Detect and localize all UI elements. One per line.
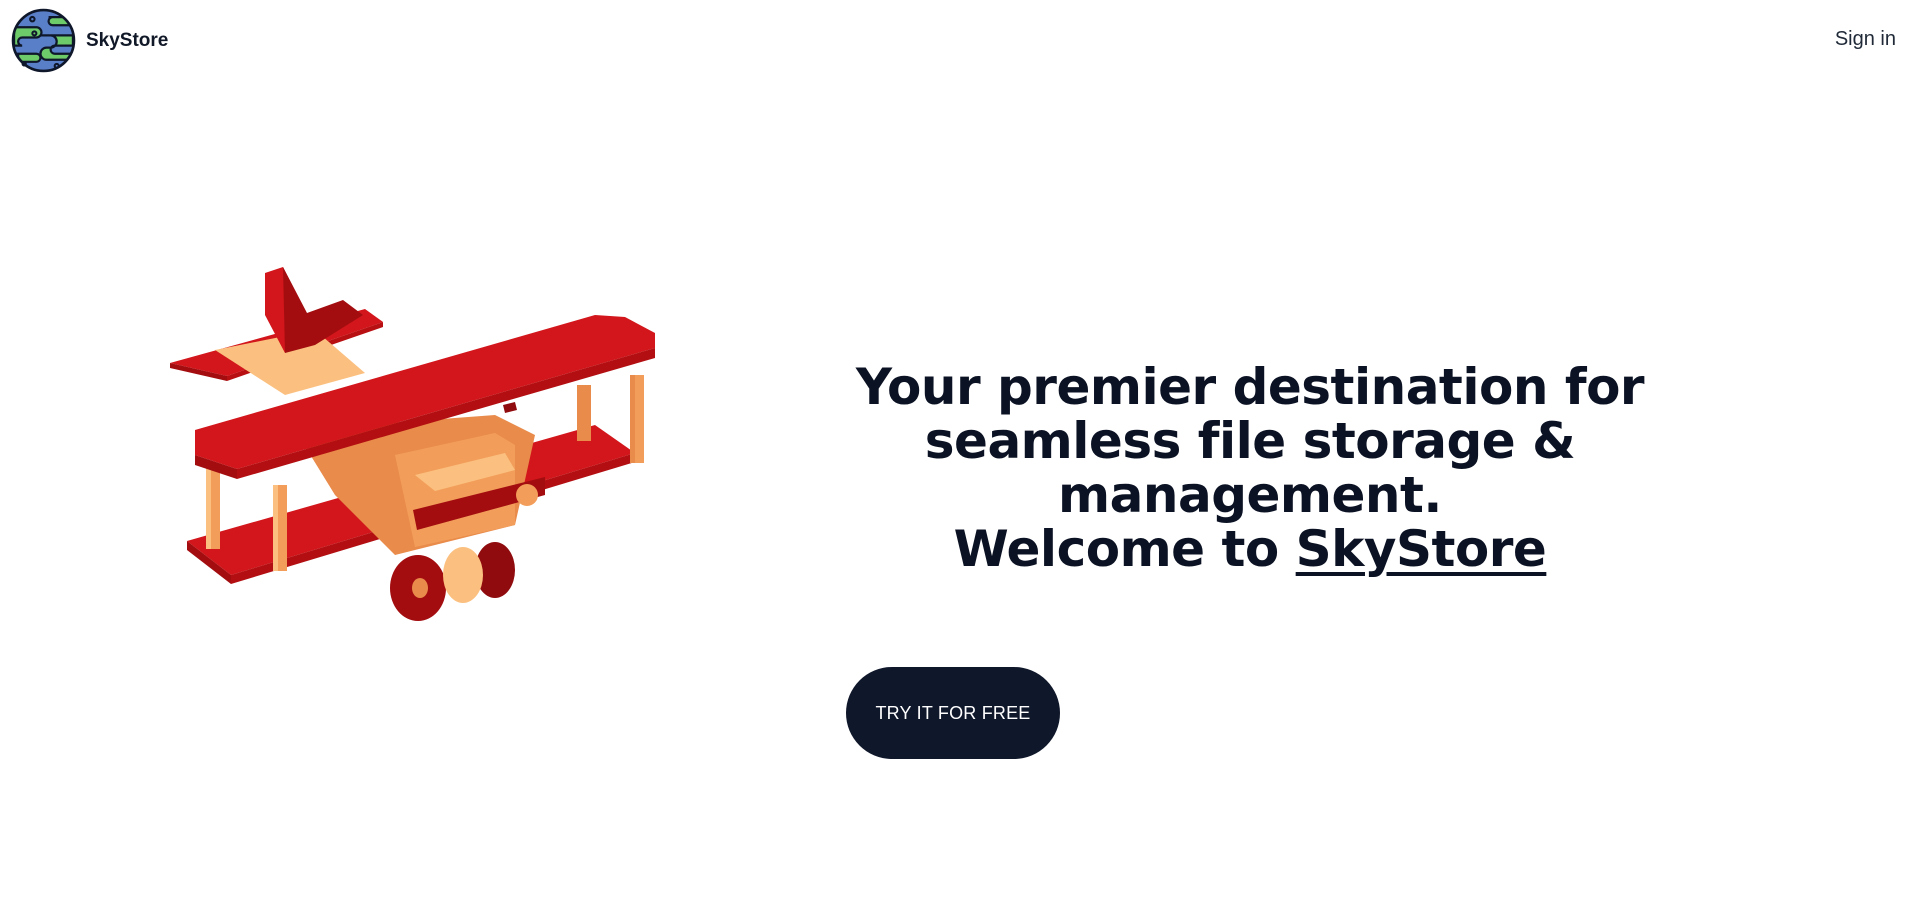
sign-in-link[interactable]: Sign in bbox=[1835, 28, 1896, 51]
headline-line-1: Your premier destination for bbox=[855, 358, 1645, 416]
page: SkyStore Sign in Your premier destinatio… bbox=[0, 0, 1908, 900]
try-free-button[interactable]: TRY IT FOR FREE bbox=[846, 667, 1060, 759]
brand-home-link[interactable]: SkyStore bbox=[10, 7, 168, 74]
brand-name: SkyStore bbox=[86, 29, 169, 51]
skystore-link[interactable]: SkyStore bbox=[1296, 520, 1547, 578]
headline-line-2: seamless file storage & management. bbox=[924, 412, 1576, 524]
biplane-illustration bbox=[170, 267, 655, 621]
headline-line-3: Welcome to SkyStore bbox=[740, 522, 1760, 576]
landing-wheels bbox=[390, 542, 515, 621]
top-nav: SkyStore Sign in bbox=[0, 0, 1908, 82]
hero-headline: Your premier destination for seamless fi… bbox=[740, 360, 1760, 576]
propeller-hub bbox=[516, 484, 538, 506]
welcome-text: Welcome to bbox=[953, 520, 1296, 578]
globe-logo-icon bbox=[11, 8, 76, 73]
